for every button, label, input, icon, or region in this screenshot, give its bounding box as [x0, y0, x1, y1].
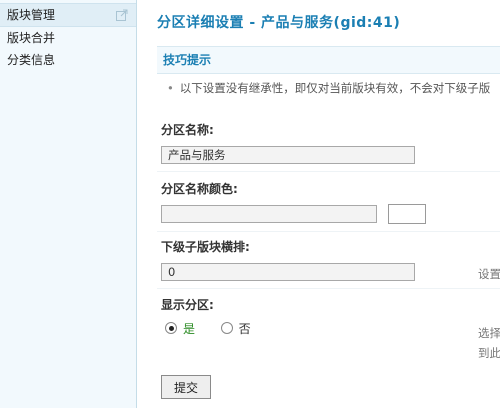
page-title: 分区详细设置 - 产品与服务(gid:41) — [157, 15, 401, 31]
sidebar: 版块管理 版块合并 分类信息 — [0, 0, 137, 408]
tips-heading: 技巧提示 — [157, 46, 500, 74]
sidebar-item-forum-merge[interactable]: 版块合并 — [0, 27, 136, 49]
divider — [157, 171, 500, 172]
subforum-layout-input[interactable] — [161, 263, 415, 281]
sidebar-item-label: 版块合并 — [7, 31, 56, 45]
show-yes-radio[interactable] — [165, 322, 177, 334]
color-label: 分区名称颜色: — [161, 182, 238, 196]
tips-panel: 技巧提示 • 以下设置没有继承性，即仅对当前版块有效，不会对下级子版 — [157, 46, 500, 102]
show-section-radio-group: 是 否 — [165, 320, 251, 336]
subforum-layout-label: 下级子版块横排: — [161, 240, 250, 254]
color-picker-button[interactable] — [388, 204, 426, 224]
divider — [157, 288, 500, 289]
show-no-label[interactable]: 否 — [239, 322, 251, 336]
sidebar-item-category-info[interactable]: 分类信息 — [0, 49, 136, 71]
sidebar-item-label: 分类信息 — [7, 53, 56, 67]
name-label: 分区名称: — [161, 123, 214, 137]
show-yes-label[interactable]: 是 — [183, 322, 195, 336]
external-link-icon[interactable] — [116, 9, 128, 21]
subforum-layout-hint: 设置 — [478, 267, 500, 281]
submit-button[interactable]: 提交 — [161, 375, 211, 399]
show-section-hint-line1: 选择 — [478, 326, 500, 340]
color-input[interactable] — [161, 205, 377, 223]
sidebar-item-label: 版块管理 — [7, 8, 56, 22]
bullet-icon: • — [167, 81, 174, 95]
sidebar-item-forum-management[interactable]: 版块管理 — [0, 3, 136, 27]
main-content: 分区详细设置 - 产品与服务(gid:41) 技巧提示 • 以下设置没有继承性，即… — [137, 0, 500, 408]
show-section-hint-line2: 到此 — [478, 346, 500, 360]
tips-text: 以下设置没有继承性，即仅对当前版块有效，不会对下级子版 — [179, 81, 491, 95]
show-section-label: 显示分区: — [161, 298, 214, 312]
show-no-radio[interactable] — [220, 322, 233, 334]
divider — [157, 231, 500, 232]
name-input[interactable] — [161, 146, 415, 164]
tips-text-row: • 以下设置没有继承性，即仅对当前版块有效，不会对下级子版 — [157, 74, 500, 102]
